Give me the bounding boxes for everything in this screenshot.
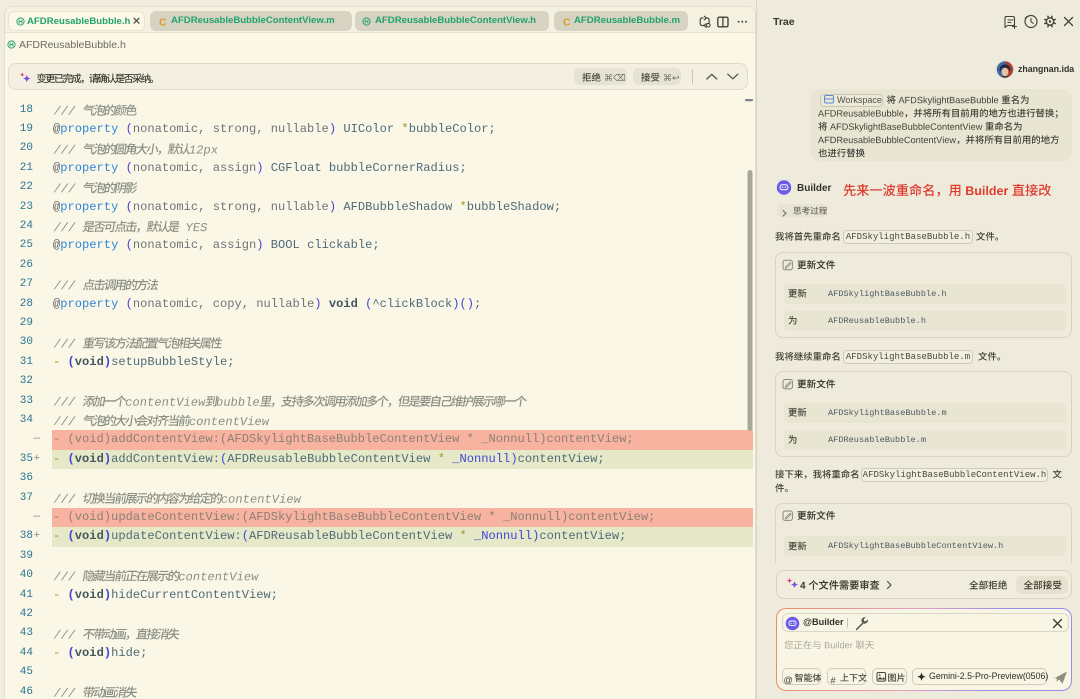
svg-text:C: C [563,17,571,29]
svg-text:C: C [159,17,167,29]
svg-text:#: # [831,676,837,686]
svg-text:@: @ [784,675,793,685]
